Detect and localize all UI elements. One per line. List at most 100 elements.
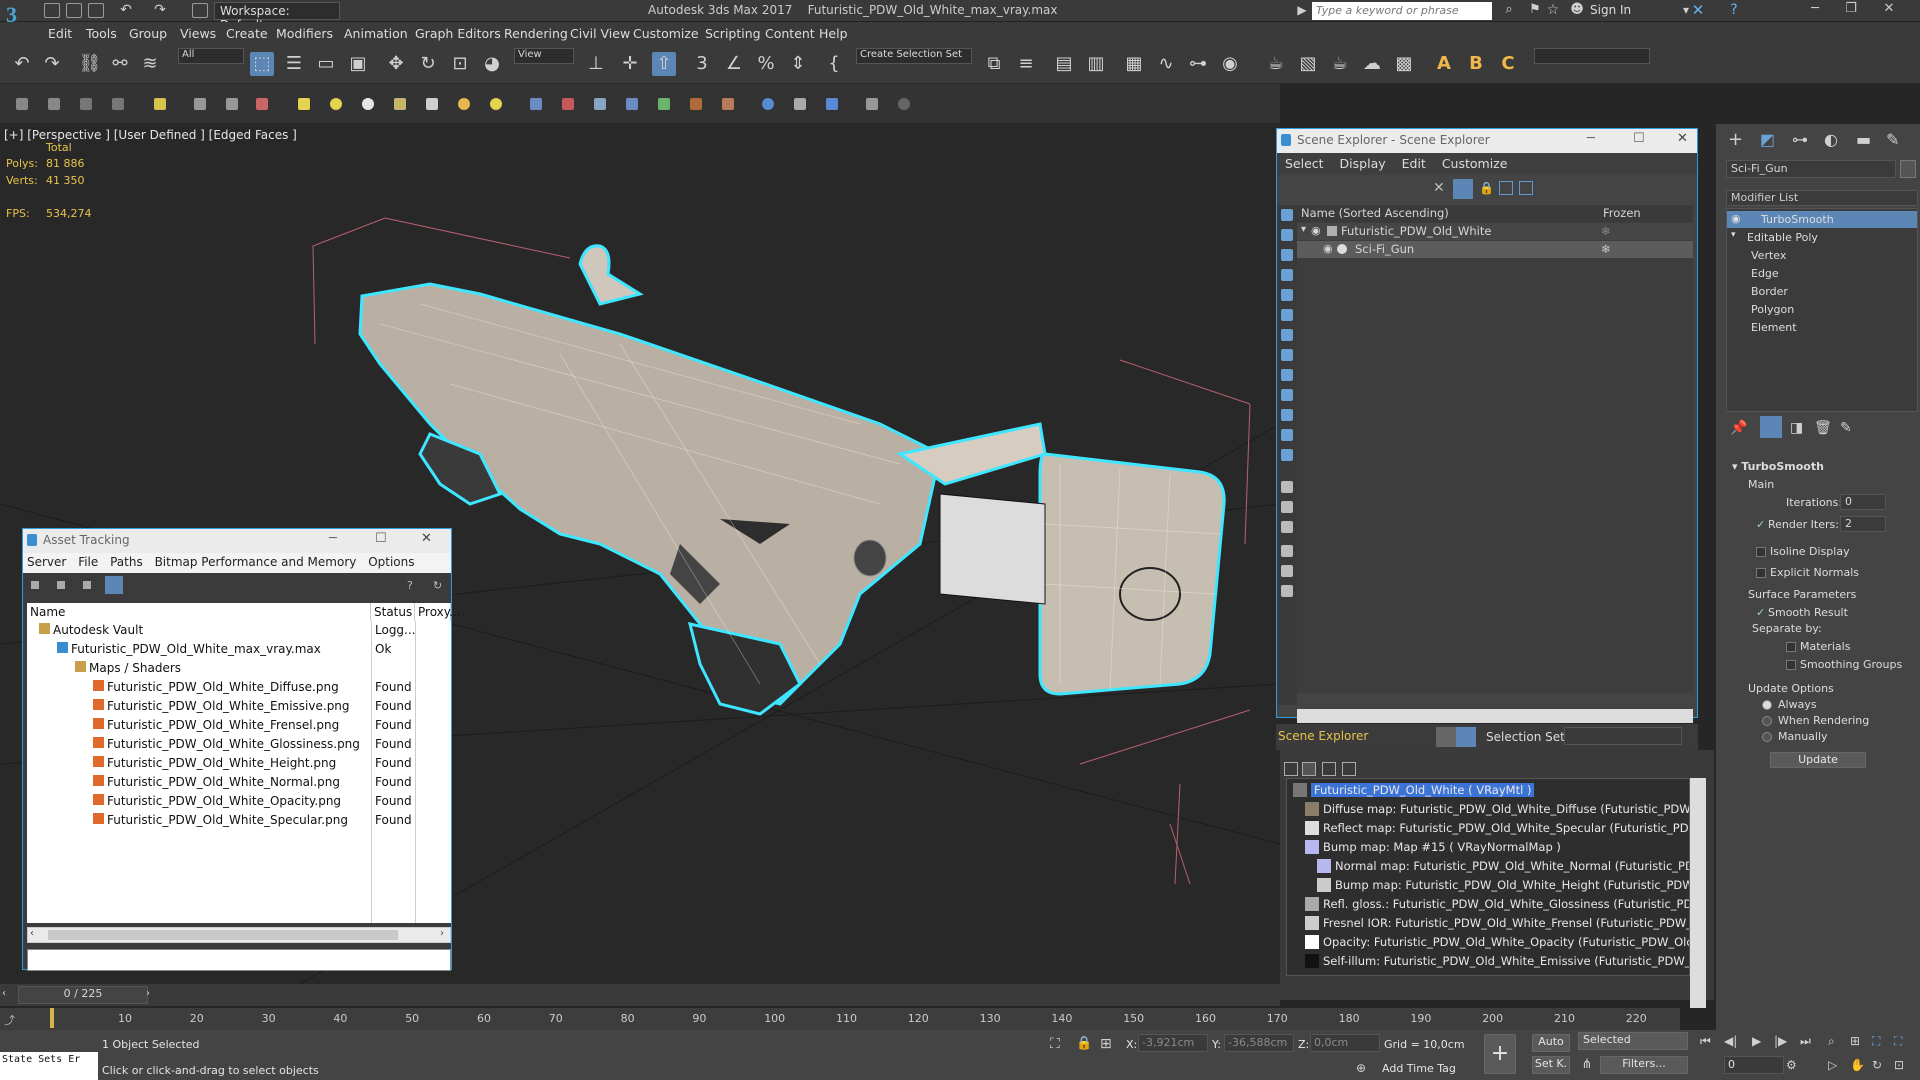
column-header-name[interactable]: Name (27, 603, 371, 621)
percent-snap-icon[interactable]: % (754, 52, 778, 76)
stack-subobject-edge[interactable]: Edge (1727, 265, 1917, 282)
spinner-snap-icon[interactable]: ⇕ (786, 52, 810, 76)
asset-tracking-titlebar[interactable]: Asset Tracking ─ ☐ ✕ (23, 529, 451, 553)
save-file-icon[interactable] (88, 3, 104, 18)
ribbon-vray-icon[interactable] (626, 98, 638, 110)
asset-menu-paths[interactable]: Paths (110, 555, 143, 569)
open-file-icon[interactable] (66, 3, 82, 18)
scene-item-selected[interactable]: ◉ Sci-Fi_Gun ❄ (1297, 241, 1693, 258)
modifier-visibility-eye-icon[interactable]: ◉ (1731, 212, 1741, 225)
menu-rendering[interactable]: Rendering (504, 26, 568, 41)
reference-coordinate-dropdown[interactable]: View (514, 48, 574, 64)
text-tool-a-icon[interactable]: A (1432, 52, 1456, 76)
asset-row[interactable]: Futuristic_PDW_Old_White_Diffuse.png Foun… (27, 678, 451, 696)
project-folder-icon[interactable] (192, 3, 208, 18)
key-filter-dropdown[interactable]: Selected (1578, 1032, 1688, 1050)
ribbon-system-icon[interactable] (594, 98, 606, 110)
asset-close-icon[interactable]: ✕ (421, 531, 432, 546)
selection-filter-dropdown[interactable]: All (178, 48, 244, 64)
render-iters-spinner[interactable]: 2 (1840, 516, 1886, 532)
scroll-left-icon[interactable]: ‹ (30, 928, 34, 939)
asset-row[interactable]: Maps / Shaders (27, 659, 451, 677)
ribbon-tool-3-icon[interactable] (80, 98, 92, 110)
link-icon[interactable]: ⛓ (78, 52, 102, 76)
unlink-icon[interactable]: ⚯ (108, 52, 132, 76)
remove-modifier-icon[interactable]: 🗑 (1814, 416, 1832, 440)
go-to-start-icon[interactable]: ⏮ (1700, 1032, 1711, 1050)
selection-lock-icon[interactable]: 🔒 (1076, 1034, 1092, 1054)
menu-civil-view[interactable]: Civil View (570, 26, 630, 41)
asset-menu-server[interactable]: Server (27, 555, 66, 569)
modifier-list-dropdown[interactable]: Modifier List (1726, 190, 1918, 206)
display-all-icon[interactable] (1281, 209, 1293, 221)
time-slider-prev-icon[interactable]: ‹ (2, 988, 6, 999)
stack-subobject-border[interactable]: Border (1727, 283, 1917, 300)
toggle-ribbon-icon[interactable]: ▦ (1122, 52, 1146, 76)
maximize-viewport-icon[interactable]: ⊡ (1894, 1056, 1904, 1074)
previous-frame-icon[interactable]: ◀| (1724, 1032, 1737, 1050)
asset-menu-bitmap-performance[interactable]: Bitmap Performance and Memory (155, 555, 357, 569)
ribbon-tool-8-icon[interactable] (256, 98, 268, 110)
material-map-row[interactable]: Opacity: Futuristic_PDW_Old_White_Opacit… (1287, 933, 1689, 951)
display-xrefs-icon[interactable] (1281, 369, 1293, 381)
scene-minimize-icon[interactable]: ─ (1587, 131, 1595, 146)
render-iters-checkbox[interactable]: ✓ (1756, 518, 1765, 531)
render-production-icon[interactable]: ☕ (1328, 52, 1352, 76)
materials-checkbox[interactable] (1786, 642, 1796, 652)
ribbon-frame-buffer-icon[interactable] (794, 98, 806, 110)
collapse-view-icon[interactable] (1342, 762, 1356, 776)
maxscript-listener[interactable]: State Sets Er (0, 1052, 98, 1080)
menu-animation[interactable]: Animation (344, 26, 408, 41)
zoom-all-icon[interactable]: ⊞ (1850, 1032, 1860, 1050)
scene-menu-customize[interactable]: Customize (1442, 156, 1508, 171)
menu-graph-editors[interactable]: Graph Editors (415, 26, 501, 41)
display-none-icon[interactable] (1281, 501, 1293, 513)
sign-in-link[interactable]: Sign In (1590, 3, 1631, 17)
new-file-icon[interactable] (44, 3, 60, 18)
material-vertical-scrollbar[interactable] (1690, 778, 1706, 1008)
display-containers-icon[interactable] (1281, 409, 1293, 421)
menu-edit[interactable]: Edit (48, 26, 72, 41)
ribbon-spacewarp-icon[interactable] (562, 98, 574, 110)
binoculars-icon[interactable]: ⌕ (1500, 0, 1518, 20)
asset-view-icon-1[interactable] (31, 581, 39, 589)
selection-set-dropdown[interactable] (1564, 727, 1682, 745)
ribbon-tool-6-icon[interactable] (194, 98, 206, 110)
stack-subobject-vertex[interactable]: Vertex (1727, 247, 1917, 264)
show-end-result-icon[interactable] (1760, 416, 1782, 438)
update-button[interactable]: Update (1770, 752, 1866, 768)
visibility-eye-icon[interactable]: ◉ (1323, 242, 1333, 255)
asset-view-icon-3[interactable] (83, 581, 91, 589)
time-slider-thumb[interactable]: 0 / 225 (18, 986, 148, 1004)
motion-tab-icon[interactable]: ◐ (1824, 128, 1838, 152)
undo-icon[interactable]: ↶ (116, 0, 136, 20)
create-tab-icon[interactable]: + (1728, 128, 1743, 152)
select-by-name-icon[interactable]: ☰ (282, 52, 306, 76)
iterations-spinner[interactable]: 0 (1840, 494, 1886, 510)
text-tool-b-icon[interactable]: B (1464, 52, 1488, 76)
material-editor-icon[interactable]: ◉ (1218, 52, 1242, 76)
turbosmooth-rollout-title[interactable]: ▾ TurboSmooth (1732, 460, 1824, 473)
angle-snap-icon[interactable]: ∠ (722, 52, 746, 76)
asset-row[interactable]: Futuristic_PDW_Old_White_max_vray.max Ok (27, 640, 451, 658)
schematic-view-icon[interactable]: ⊶ (1186, 52, 1210, 76)
redo-icon[interactable]: ↷ (40, 52, 64, 76)
ribbon-sphere-icon[interactable] (330, 98, 342, 110)
expand-arrow-icon[interactable]: ▾ (1301, 224, 1306, 235)
ribbon-plant-icon[interactable] (658, 98, 670, 110)
material-map-row[interactable]: Reflect map: Futuristic_PDW_Old_White_Sp… (1287, 819, 1689, 837)
manually-radio[interactable] (1762, 732, 1772, 742)
asset-menu-file[interactable]: File (78, 555, 98, 569)
favorites-star-icon[interactable]: ☆ (1544, 0, 1562, 20)
make-unique-icon[interactable]: ◨ (1790, 416, 1803, 440)
toggle-scene-explorer-icon[interactable]: ▤ (1052, 52, 1076, 76)
asset-path-field[interactable] (27, 949, 451, 971)
display-hidden-icon[interactable] (1281, 449, 1293, 461)
ribbon-tool-1-icon[interactable] (16, 98, 28, 110)
hierarchy-toggle-icon[interactable] (1456, 727, 1476, 747)
asset-row[interactable]: Futuristic_PDW_Old_White_Specular.png Fou… (27, 811, 451, 829)
next-frame-icon[interactable]: |▶ (1774, 1032, 1787, 1050)
add-time-tag-button[interactable]: Add Time Tag (1382, 1062, 1456, 1075)
filters-button[interactable]: Filters... (1600, 1056, 1688, 1074)
material-map-row[interactable]: Diffuse map: Futuristic_PDW_Old_White_Di… (1287, 800, 1689, 818)
